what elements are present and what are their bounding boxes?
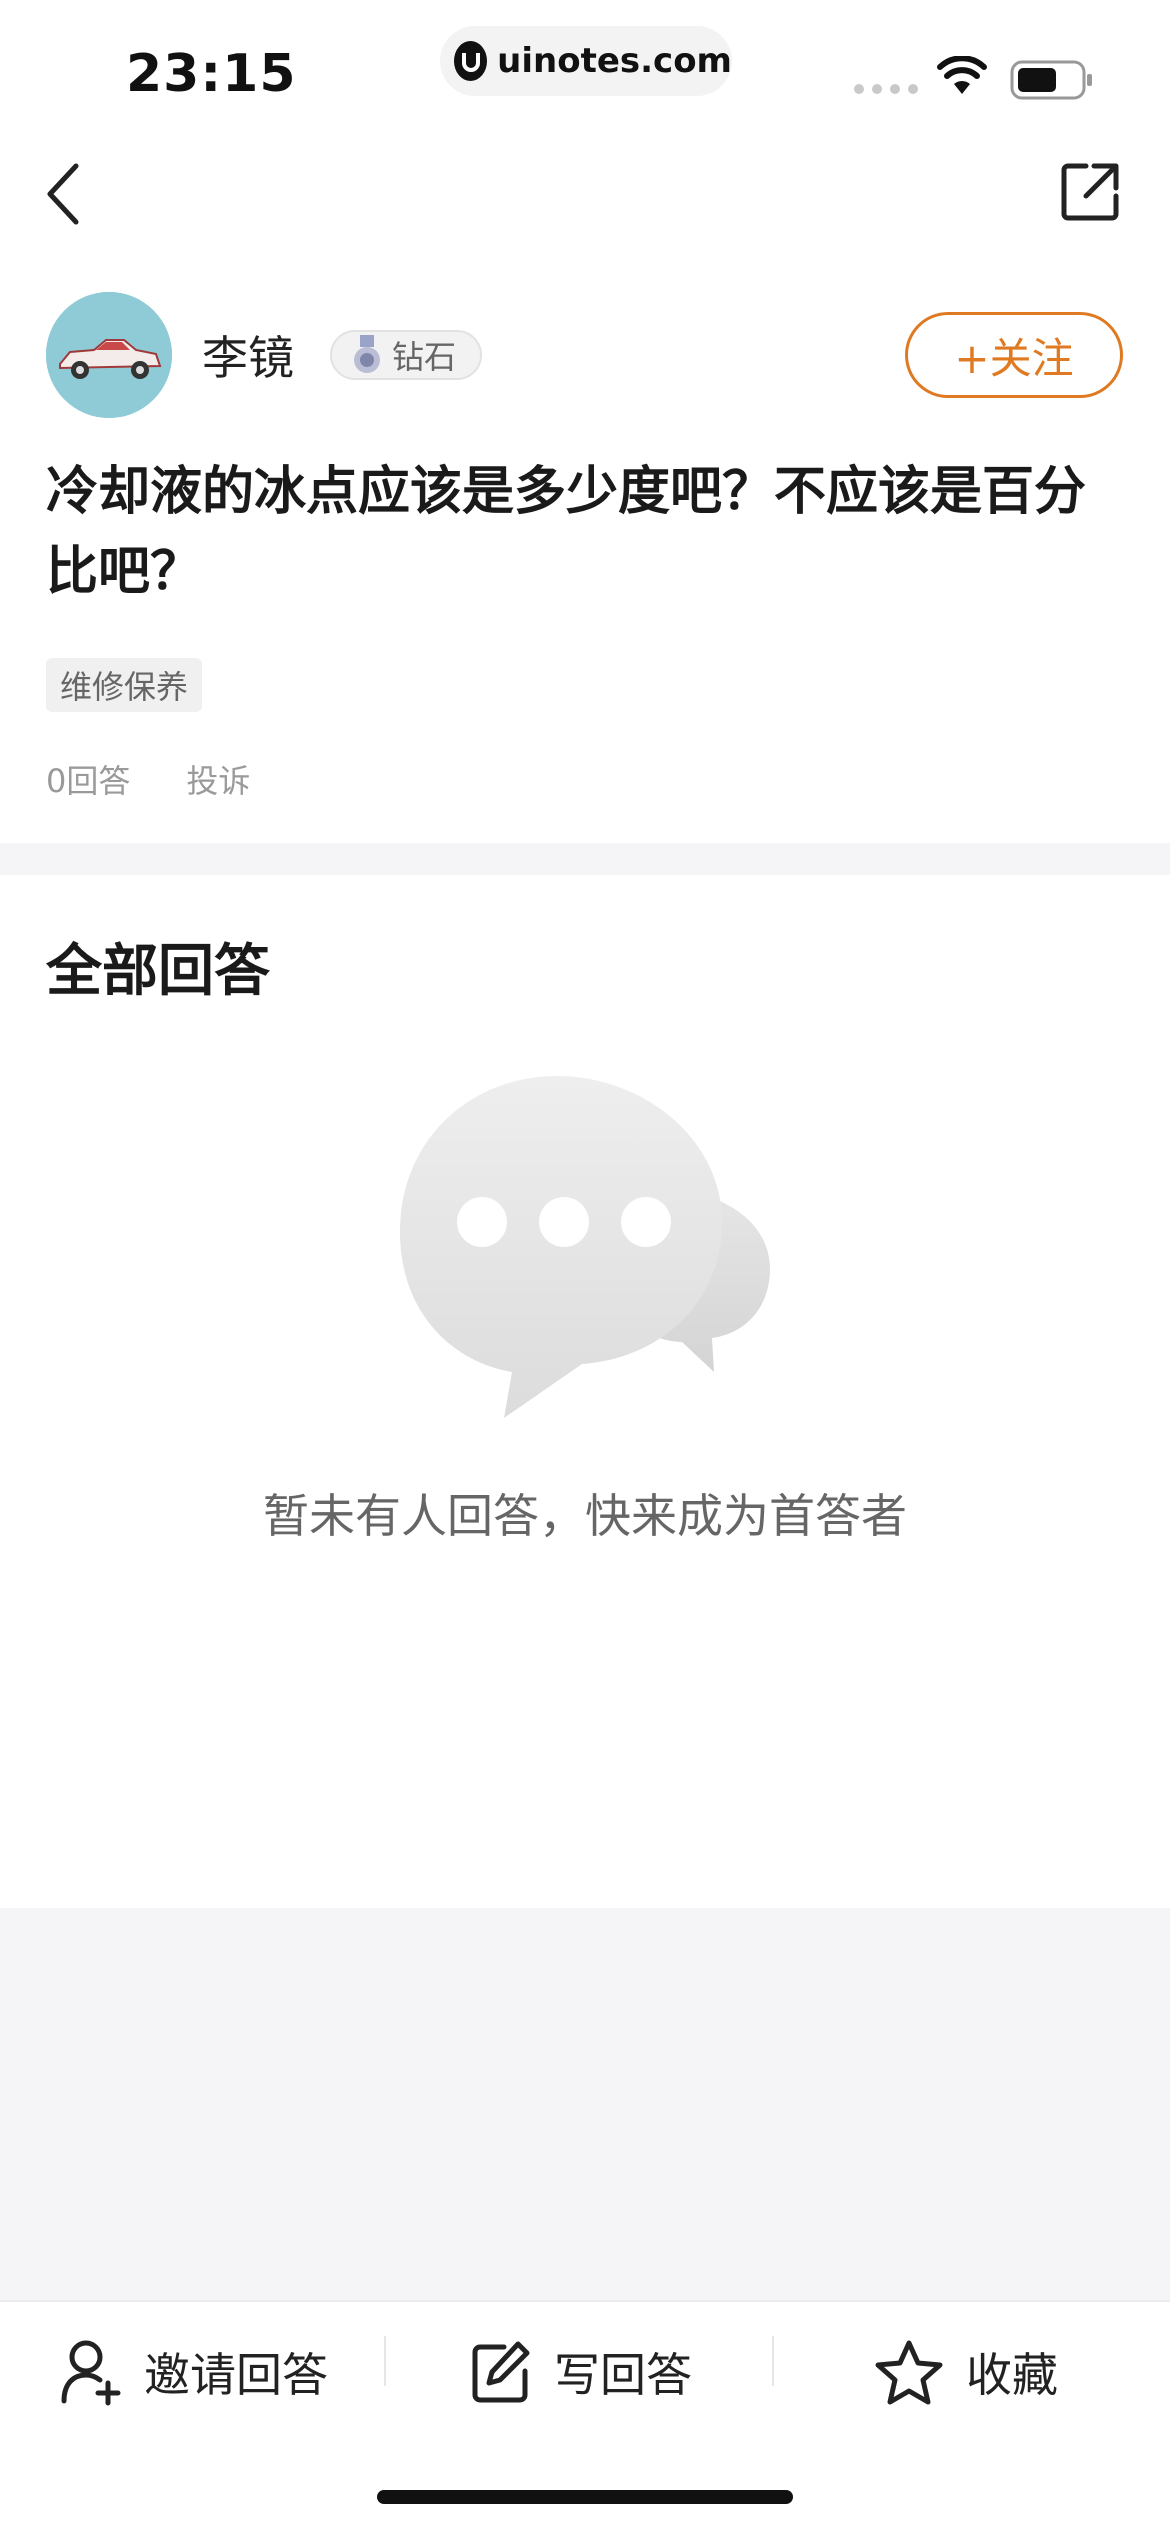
badge-label: 钻石 [392,338,457,376]
star-icon [875,2340,943,2405]
empty-chat-bubble-icon [392,1072,782,1422]
diamond-medal-icon [354,335,380,373]
battery-icon [1010,60,1094,104]
follow-button[interactable]: +关注 [905,312,1123,398]
share-button[interactable] [1060,160,1122,222]
write-answer-label: 写回答 [554,2348,692,2402]
question-meta: 0回答 投诉 [46,756,250,802]
invite-answer-label: 邀请回答 [144,2348,328,2402]
car-avatar-icon [46,292,172,418]
favorite-button[interactable]: 收藏 [874,2332,1058,2412]
topic-tag[interactable]: 维修保养 [46,658,203,712]
invite-answer-button[interactable]: 邀请回答 [60,2332,328,2412]
answers-section-title: 全部回答 [46,939,270,1004]
add-user-icon [61,2340,121,2406]
favorite-label: 收藏 [966,2348,1058,2402]
chevron-left-icon [47,163,79,225]
cellular-signal-icon [854,84,918,94]
empty-state-text: 暂未有人回答，快来成为首答者 [263,1489,907,1543]
external-link-icon [1061,163,1119,221]
site-logo-icon [454,41,488,81]
home-indicator [377,2490,793,2504]
answer-count: 0回答 [46,762,131,800]
bar-separator [384,2336,386,2386]
back-button[interactable] [40,158,96,230]
author-name[interactable]: 李镜 [202,322,294,388]
question-title: 冷却液的冰点应该是多少度吧？不应该是百分比吧？ [46,462,1087,602]
edit-icon [472,2341,530,2403]
wifi-icon [936,55,988,100]
url-pill[interactable]: uinotes.com [440,26,732,96]
write-answer-button[interactable]: 写回答 [470,2332,692,2412]
status-bar: 23:15 uinotes.com [0,0,1170,140]
report-link[interactable]: 投诉 [186,756,250,802]
url-text: uinotes.com [497,41,732,81]
bar-separator [772,2336,774,2386]
page-background [0,1908,1170,2300]
author-avatar[interactable] [46,292,172,418]
level-badge: 钻石 [330,330,482,380]
section-divider [0,843,1170,875]
status-time: 23:15 [126,44,297,104]
